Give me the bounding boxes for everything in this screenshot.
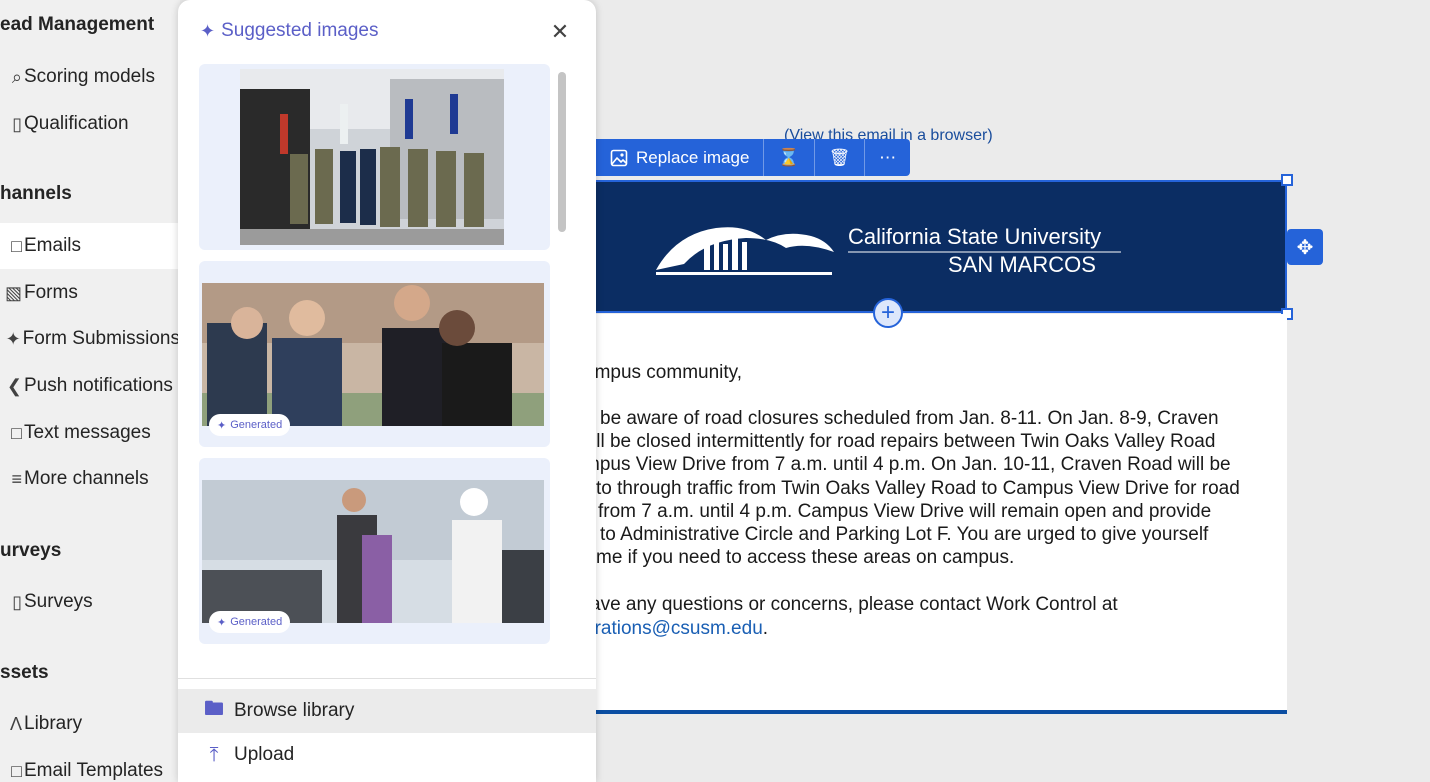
paragraph-line: mpus View Drive from 7 a.m. until 4 p.m.… [584,454,1231,475]
mail-icon: □ [11,235,22,256]
suggested-image [202,480,544,623]
image-icon [610,149,628,166]
close-button[interactable]: ✕ [548,20,572,44]
panel-scrollbar[interactable] [558,72,566,232]
folder-search-icon: 🖿 [204,698,224,720]
generated-label: Generated [230,616,283,628]
style-icon: ⌛ [778,147,800,167]
suggested-image-card[interactable]: ✦ Generated [199,458,550,644]
nav-item-qualification[interactable]: ▯ Qualification [0,101,180,147]
nav-item-emails[interactable]: □ Emails [0,223,180,269]
move-block-button[interactable]: ✥ [1287,229,1323,265]
contact-email-link[interactable]: erations@csusm.edu [584,618,763,639]
nav-item-email-templates[interactable]: □ Email Templates [0,748,180,782]
photo-group-flags [240,69,504,245]
paragraph-line: to through traffic from Twin Oaks Valley… [596,478,1240,499]
document-icon: ▯ [12,113,22,134]
browse-library-button[interactable]: 🖿 Browse library [178,689,596,733]
move-icon: ✥ [1296,236,1314,259]
panel-title: Suggested images [221,20,379,41]
nav-item-push-notifications[interactable]: ❮ Push notifications [0,363,180,409]
delete-button[interactable]: 🗑 [815,139,866,176]
nav-item-library[interactable]: Λ Library [0,701,180,747]
generated-badge: ✦ Generated [209,611,291,633]
paragraph-line: to Administrative Circle and Parking Lot… [600,524,1209,545]
trash-icon: 🗑 [828,147,851,167]
replace-image-label: Replace image [636,147,750,167]
template-icon: □ [11,760,22,781]
nav-item-surveys[interactable]: ▯ Surveys [0,579,180,625]
csusm-logo: California State University SAN MARCOS [656,224,1121,277]
photo-office-meeting [202,480,544,623]
header-image-block[interactable]: California State University SAN MARCOS [596,180,1287,313]
nav-item-more-channels[interactable]: ≡ More channels [0,456,180,502]
generated-label: Generated [230,419,283,431]
plus-icon: + [880,299,895,326]
submissions-icon: ✦ [5,328,21,349]
panel-header: ✦ Suggested images [200,20,378,42]
channels-icon: ≡ [11,468,22,489]
sparkle-icon: ✦ [217,616,227,629]
generated-badge: ✦ Generated [209,414,291,436]
chat-icon: □ [11,422,22,443]
browse-library-label: Browse library [234,700,355,721]
close-icon: ✕ [550,19,570,44]
nav-item-scoring-models[interactable]: ⌕ Scoring models [0,54,180,100]
replace-image-button[interactable]: Replace image [596,139,765,176]
contact-line: ave any questions or concerns, please co… [590,594,1118,615]
nav-item-form-submissions[interactable]: ✦ Form Submissions [0,316,180,362]
survey-icon: ▯ [12,591,22,612]
banner-line1: California State University [848,224,1101,249]
add-block-button[interactable]: + [873,298,903,328]
paragraph-line: ill be closed intermittently for road re… [592,431,1216,452]
upload-button[interactable]: ⤒ Upload [178,733,596,777]
email-canvas: (View this email in a browser) Californi… [584,0,1323,714]
resize-handle-top-right[interactable] [1281,174,1293,186]
suggested-image-card[interactable] [199,64,550,250]
suggested-image [240,69,504,245]
suggested-images-panel: ✦ Suggested images ✕ ✦ Generated ✦ Gener… [178,0,596,782]
contact-line-2: erations@csusm.edu. [584,618,768,640]
banner-line2: SAN MARCOS [948,252,1096,277]
upload-icon: ⤒ [209,743,219,766]
suggested-image [202,283,544,426]
nav-group-assets: ssets [0,662,49,683]
search-icon: ⌕ [11,66,22,87]
push-icon: ❮ [6,375,22,396]
form-icon: ▧ [4,282,22,303]
sparkle-icon: ✦ [217,419,227,432]
upload-label: Upload [234,744,295,765]
paragraph-line: be aware of road closures scheduled from… [600,408,1219,429]
image-toolbar: Replace image ⌛ 🗑 ⋯ [596,139,911,176]
nav-group-lead-management: ead Management [0,14,155,35]
more-options-button[interactable]: ⋯ [865,139,910,176]
library-icon: Λ [9,713,22,734]
nav-group-surveys: urveys [0,540,62,561]
nav-item-text-messages[interactable]: □ Text messages [0,410,180,456]
contact-end: . [762,618,769,639]
email-body-block[interactable]: ampus community, be aware of road closur… [584,314,1287,714]
left-navigation: ead Management ⌕ Scoring models ▯ Qualif… [0,0,180,782]
panel-divider [178,678,596,679]
paragraph-line: from 7 a.m. until 4 p.m. Campus View Dri… [598,501,1212,522]
more-icon: ⋯ [879,147,897,167]
nav-group-channels: hannels [0,183,72,204]
paragraph-line: me if you need to access these areas on … [596,547,1015,568]
style-button[interactable]: ⌛ [764,139,815,176]
greeting-text: ampus community, [584,362,743,383]
photo-business-people [202,283,544,426]
sparkle-icon: ✦ [200,20,216,41]
nav-item-forms[interactable]: ▧ Forms [0,270,180,316]
suggested-image-card[interactable]: ✦ Generated [199,261,550,447]
